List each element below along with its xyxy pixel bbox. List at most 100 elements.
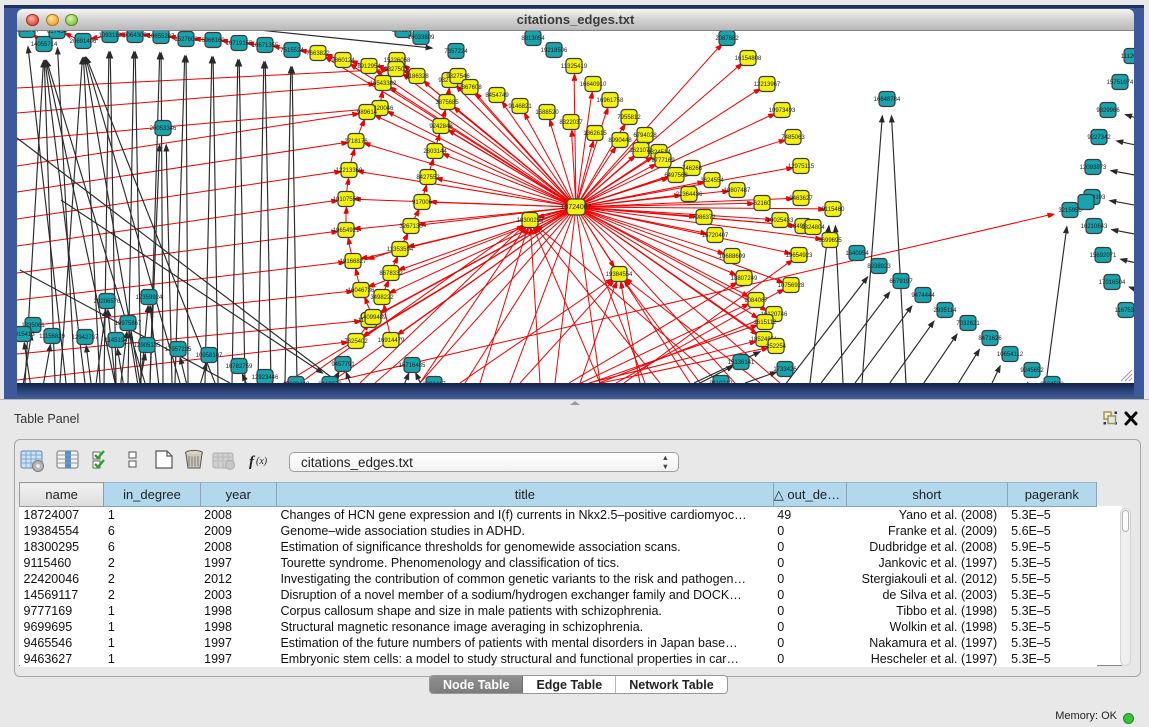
svg-text:9227342: 9227342: [1087, 135, 1111, 141]
svg-text:19218506: 19218506: [541, 48, 568, 54]
svg-text:18807249: 18807249: [731, 276, 758, 282]
svg-text:8678332: 8678332: [379, 271, 403, 277]
svg-text:10654112: 10654112: [997, 352, 1024, 358]
svg-text:16782759: 16782759: [226, 364, 253, 370]
svg-text:20206576: 20206576: [94, 299, 121, 305]
svg-text:9124502: 9124502: [1040, 382, 1064, 383]
svg-text:12213369: 12213369: [336, 168, 363, 174]
svg-text:2803144: 2803144: [423, 149, 447, 155]
svg-text:17359924: 17359924: [136, 295, 163, 301]
svg-text:16914479: 16914479: [378, 338, 405, 344]
svg-text:10807487: 10807487: [724, 188, 751, 194]
svg-text:11156829: 11156829: [39, 334, 65, 340]
svg-text:1393417: 1393417: [422, 382, 446, 383]
svg-text:15692071: 15692071: [1090, 253, 1117, 259]
svg-text:8912954: 8912954: [357, 64, 381, 70]
svg-text:19654923: 19654923: [786, 253, 813, 259]
svg-text:9860124: 9860124: [331, 58, 355, 64]
svg-text:9110212: 9110212: [710, 381, 734, 383]
svg-text:1615112: 1615112: [754, 320, 778, 326]
svg-text:62160: 62160: [754, 201, 771, 207]
svg-text:8471626: 8471626: [978, 336, 1002, 342]
svg-text:8427552: 8427552: [416, 175, 440, 181]
svg-text:9245652: 9245652: [1020, 368, 1044, 374]
svg-text:10688609: 10688609: [719, 254, 746, 260]
svg-text:8186328: 8186328: [405, 74, 429, 80]
svg-text:9457791: 9457791: [331, 362, 355, 368]
svg-text:7515524: 7515524: [280, 48, 304, 54]
svg-text:917006: 917006: [412, 200, 433, 206]
svg-text:9146821: 9146821: [508, 104, 532, 110]
svg-text:9084067: 9084067: [744, 298, 768, 304]
svg-text:20691406: 20691406: [70, 39, 97, 45]
svg-text:7485063: 7485063: [781, 135, 805, 141]
svg-text:6679197: 6679197: [889, 279, 913, 285]
svg-text:9242848: 9242848: [429, 124, 453, 130]
svg-text:1003374: 1003374: [391, 31, 415, 34]
svg-text:7955812: 7955812: [617, 115, 641, 121]
svg-text:12975115: 12975115: [788, 164, 815, 170]
svg-text:9115460: 9115460: [822, 207, 846, 213]
svg-text:16046736: 16046736: [348, 288, 375, 294]
svg-text:1527602: 1527602: [174, 37, 198, 43]
svg-text:9329966: 9329966: [1096, 108, 1120, 114]
svg-text:9463627: 9463627: [789, 196, 813, 202]
svg-text:14099489: 14099489: [360, 315, 387, 321]
svg-text:16961758: 16961758: [597, 98, 624, 104]
svg-text:9327503: 9327503: [384, 67, 408, 73]
svg-text:15716485: 15716485: [399, 363, 426, 369]
svg-text:1112033: 1112033: [1121, 54, 1134, 60]
svg-text:12942737: 12942737: [72, 335, 99, 341]
svg-text:7357224: 7357224: [444, 49, 468, 55]
svg-text:11353594: 11353594: [387, 247, 414, 253]
svg-text:16210643: 16210643: [1081, 224, 1108, 230]
svg-text:746266: 746266: [682, 166, 703, 172]
svg-text:3498222: 3498222: [370, 295, 394, 301]
svg-text:7625402: 7625402: [344, 339, 368, 345]
svg-text:19166827: 19166827: [340, 259, 367, 265]
svg-text:18724007: 18724007: [560, 204, 591, 211]
svg-text:16154808: 16154808: [735, 56, 762, 62]
svg-text:19975867: 19975867: [115, 321, 142, 327]
svg-text:6497568: 6497568: [664, 173, 688, 179]
svg-text:18300295: 18300295: [517, 218, 544, 224]
svg-text:10973493: 10973493: [769, 108, 796, 114]
svg-text:12905135: 12905135: [134, 343, 161, 349]
svg-text:3915413: 3915413: [17, 332, 35, 338]
svg-text:1167533: 1167533: [1115, 308, 1134, 314]
svg-text:15751074: 15751074: [1107, 80, 1134, 86]
svg-text:6966160: 6966160: [201, 38, 225, 44]
svg-text:7032621: 7032621: [956, 321, 980, 327]
svg-text:10655287: 10655287: [148, 34, 175, 40]
svg-text:12093873: 12093873: [1080, 165, 1107, 171]
svg-text:9699695: 9699695: [818, 238, 842, 244]
svg-text:f: f: [249, 454, 256, 470]
svg-text:8454749: 8454749: [485, 93, 509, 99]
svg-text:2087682: 2087682: [715, 36, 739, 42]
svg-text:8938923: 8938923: [867, 264, 891, 270]
svg-text:8813054: 8813054: [521, 36, 545, 42]
svg-text:10671355: 10671355: [252, 43, 279, 49]
svg-text:16033809: 16033809: [408, 35, 435, 41]
svg-text:19384554: 19384554: [606, 272, 633, 278]
svg-text:8990448: 8990448: [608, 138, 632, 144]
svg-text:14055714: 14055714: [31, 42, 58, 48]
svg-text:2718176: 2718176: [344, 139, 368, 145]
svg-text:3624554: 3624554: [700, 178, 724, 184]
svg-text:3267130: 3267130: [399, 224, 423, 230]
svg-text:9777169: 9777169: [651, 158, 675, 164]
svg-text:2055714: 2055714: [17, 31, 39, 34]
svg-text:9410078: 9410078: [318, 382, 342, 383]
svg-text:16648784: 16648784: [874, 97, 901, 103]
svg-text:9474444: 9474444: [911, 293, 935, 299]
svg-text:12923448: 12923448: [283, 382, 310, 383]
svg-text:6794028: 6794028: [633, 133, 657, 139]
svg-text:20053346: 20053346: [150, 126, 177, 132]
svg-text:(x): (x): [256, 456, 268, 467]
svg-text:9064309: 9064309: [123, 33, 147, 39]
svg-text:16640910: 16640910: [580, 82, 607, 88]
svg-text:989614: 989614: [357, 110, 378, 116]
svg-text:1362615: 1362615: [583, 131, 607, 137]
svg-text:19654921: 19654921: [333, 228, 360, 234]
svg-text:17016504: 17016504: [1099, 280, 1126, 286]
